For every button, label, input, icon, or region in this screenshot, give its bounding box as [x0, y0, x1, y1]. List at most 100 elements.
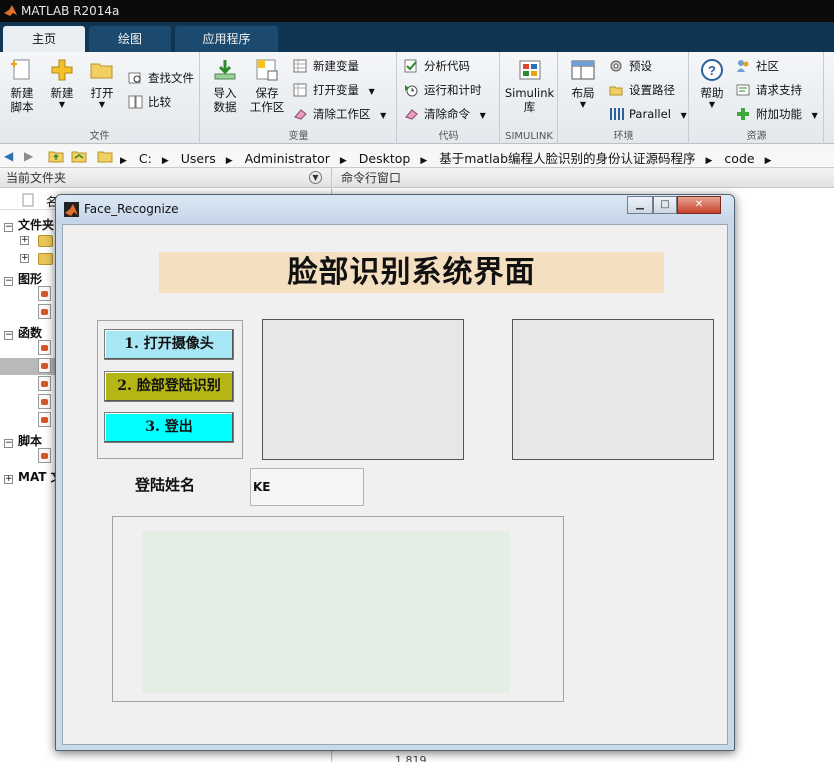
function-file-icon[interactable] [38, 340, 51, 355]
collapse-icon[interactable]: − [4, 223, 13, 232]
selected-row[interactable] [0, 358, 60, 375]
ribbon-group-resources: ? 帮助 ▼ 社区 请求支持 附加功能 ▼ 资源 [690, 52, 824, 144]
run-and-time-label: 运行和计时 [424, 83, 482, 97]
function-file-icon[interactable] [38, 412, 51, 427]
import-data-button[interactable]: 导入 数据 [205, 58, 245, 114]
simulink-library-label: Simulink 库 [504, 86, 555, 114]
compare-icon [128, 95, 143, 109]
clear-commands-label: 清除命令 [424, 107, 470, 121]
collapse-icon[interactable]: − [4, 439, 13, 448]
folder-icon[interactable] [38, 253, 53, 265]
tree-section-figures[interactable]: − 图形 [4, 270, 42, 287]
new-script-button[interactable]: 新建 脚本 [4, 58, 40, 114]
layout-label: 布局 [571, 86, 595, 100]
clear-workspace-dropdown-icon[interactable]: ▼ [380, 111, 386, 120]
layout-dropdown-icon[interactable]: ▼ [563, 100, 603, 110]
breadcrumb-item[interactable]: Administrator [245, 151, 330, 166]
captured-face-axes [512, 319, 714, 460]
open-variable-dropdown-icon[interactable]: ▼ [369, 87, 375, 96]
new-variable-button[interactable]: 新建变量 [293, 56, 359, 76]
breadcrumb-separator-icon: ▶ [339, 156, 347, 166]
new-label: 新建 [50, 86, 74, 100]
new-dropdown-icon[interactable]: ▼ [44, 100, 80, 110]
parallel-dropdown-icon[interactable]: ▼ [681, 111, 687, 120]
ribbon-group-variable: 导入 数据 保存 工作区 新建变量 打开变量 ▼ 清除工作区 ▼ 变量 [201, 52, 397, 144]
function-file-icon[interactable] [38, 376, 51, 391]
tree-section-folders[interactable]: − 文件夹 [4, 216, 54, 233]
breadcrumb-separator-icon[interactable]: ▶ [765, 156, 772, 166]
community-button[interactable]: 社区 [736, 56, 779, 76]
expand-icon[interactable]: + [20, 236, 29, 245]
layout-button[interactable]: 布局 ▼ [563, 58, 603, 110]
clear-workspace-button[interactable]: 清除工作区 ▼ [293, 104, 386, 124]
analyze-code-icon [404, 59, 417, 73]
browse-folder-icon[interactable] [71, 149, 87, 163]
breadcrumb-item[interactable]: C: [139, 151, 152, 166]
tree-section-functions[interactable]: − 函数 [4, 324, 42, 341]
function-file-icon[interactable] [38, 394, 51, 409]
code-group-label: 代码 [438, 131, 459, 142]
up-folder-icon[interactable] [48, 149, 64, 163]
maximize-button[interactable]: □ [653, 196, 677, 214]
open-variable-button[interactable]: 打开变量 ▼ [293, 80, 375, 100]
logout-button[interactable]: 3. 登出 [104, 412, 234, 443]
minimize-button[interactable]: ▁ [627, 196, 653, 214]
camera-preview-axes [262, 319, 464, 460]
ribbon-group-simulink: Simulink 库 SIMULINK [501, 52, 558, 144]
open-camera-button[interactable]: 1. 打开摄像头 [104, 329, 234, 360]
close-button[interactable]: ✕ [677, 196, 721, 214]
run-and-time-button[interactable]: 运行和计时 [404, 80, 482, 100]
parallel-label: Parallel [629, 107, 671, 121]
find-files-button[interactable]: 查找文件 [128, 68, 194, 88]
expand-icon[interactable]: + [20, 254, 29, 263]
script-file-icon[interactable] [38, 448, 51, 463]
tree-section-scripts[interactable]: − 脚本 [4, 432, 42, 449]
tab-apps[interactable]: 应用程序 [175, 26, 278, 52]
tab-plots[interactable]: 绘图 [89, 26, 171, 52]
breadcrumb-item[interactable]: Users [181, 151, 216, 166]
back-arrow-icon[interactable]: ◀ [4, 149, 13, 163]
tab-home[interactable]: 主页 [3, 26, 85, 52]
figure-titlebar[interactable]: Face_Recognize ▁ □ ✕ [56, 195, 734, 223]
login-name-label: 登陆姓名 [135, 476, 196, 494]
collapse-icon[interactable]: − [4, 331, 13, 340]
panel-actions-icon[interactable]: ▼ [309, 171, 322, 184]
clear-commands-button[interactable]: 清除命令 ▼ [404, 104, 486, 124]
parallel-button[interactable]: Parallel ▼ [609, 104, 687, 124]
face-login-button[interactable]: 2. 脸部登陆识别 [104, 371, 234, 402]
add-ons-dropdown-icon[interactable]: ▼ [812, 111, 818, 120]
import-data-label: 导入 数据 [213, 86, 237, 114]
clear-commands-dropdown-icon[interactable]: ▼ [480, 111, 486, 120]
app-title: MATLAB R2014a [21, 4, 120, 18]
folder-icon[interactable] [38, 235, 53, 247]
analyze-code-button[interactable]: 分析代码 [404, 56, 470, 76]
help-dropdown-icon[interactable]: ▼ [694, 100, 730, 110]
collapse-icon[interactable]: − [4, 277, 13, 286]
open-button[interactable]: 打开 ▼ [84, 58, 120, 110]
breadcrumb-item[interactable]: Desktop [359, 151, 411, 166]
figure-file-icon[interactable] [38, 286, 51, 301]
simulink-library-button[interactable]: Simulink 库 [503, 58, 556, 114]
figure-file-icon[interactable] [38, 304, 51, 319]
help-label: 帮助 [700, 86, 724, 100]
figure-client-area: 脸部识别系统界面 1. 打开摄像头 2. 脸部登陆识别 3. 登出 登陆姓名 K… [62, 224, 728, 745]
forward-arrow-icon[interactable]: ▶ [24, 149, 33, 163]
breadcrumb-item[interactable]: code [724, 151, 754, 166]
breadcrumb-item[interactable]: 基于matlab编程人脸识别的身份认证源码程序 [439, 148, 695, 167]
add-ons-button[interactable]: 附加功能 ▼ [736, 104, 818, 124]
save-workspace-button[interactable]: 保存 工作区 [247, 58, 287, 114]
request-support-button[interactable]: 请求支持 [736, 80, 802, 100]
function-file-icon[interactable] [38, 358, 51, 373]
file-group-label: 文件 [89, 131, 110, 142]
preferences-button[interactable]: 预设 [609, 56, 652, 76]
login-name-field[interactable]: KE [250, 468, 364, 506]
help-button[interactable]: ? 帮助 ▼ [694, 58, 730, 110]
open-dropdown-icon[interactable]: ▼ [84, 100, 120, 110]
variable-group-label: 变量 [288, 131, 309, 142]
new-variable-icon [293, 59, 307, 73]
new-button[interactable]: 新建 ▼ [44, 58, 80, 110]
expand-icon[interactable]: + [4, 475, 13, 484]
tree-section-mat-files[interactable]: + MAT 文 [4, 468, 63, 485]
set-path-button[interactable]: 设置路径 [609, 80, 675, 100]
compare-button[interactable]: 比较 [128, 92, 171, 112]
